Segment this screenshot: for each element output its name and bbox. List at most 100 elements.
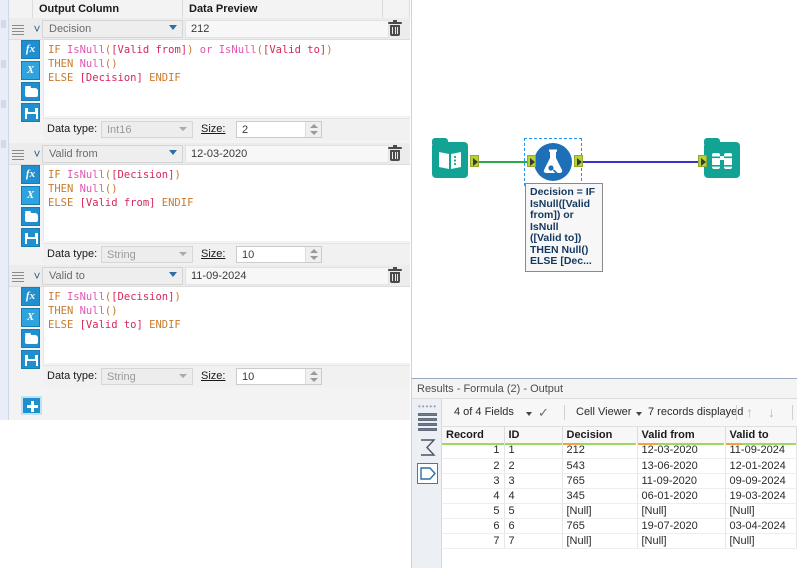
table-cell-id[interactable]: 7 xyxy=(504,533,563,549)
table-row[interactable]: 7 7 [Null] [Null] [Null] xyxy=(442,533,797,549)
drag-handle[interactable] xyxy=(12,270,24,282)
output-anchor-formula[interactable] xyxy=(574,155,583,167)
fx-icon[interactable]: fx xyxy=(21,287,40,306)
table-cell-valid-from[interactable]: 11-09-2020 xyxy=(637,473,726,489)
add-formula-button[interactable] xyxy=(21,396,42,415)
open-folder-icon[interactable] xyxy=(21,329,40,348)
table-cell-decision[interactable]: [Null] xyxy=(562,503,638,519)
table-cell-valid-to[interactable]: [Null] xyxy=(725,533,797,549)
table-cell-decision[interactable]: 212 xyxy=(562,443,638,459)
fx-icon[interactable]: fx xyxy=(21,165,40,184)
output-column-select[interactable]: Decision xyxy=(42,20,183,38)
table-cell-record[interactable]: 1 xyxy=(442,443,505,459)
size-input[interactable]: 2 xyxy=(236,121,322,138)
table-cell-valid-from[interactable]: 12-03-2020 xyxy=(637,443,726,459)
column-header[interactable]: Decision xyxy=(562,427,638,445)
save-floppy-icon[interactable] xyxy=(21,228,40,247)
size-input[interactable]: 10 xyxy=(236,368,322,385)
table-row[interactable]: 5 5 [Null] [Null] [Null] xyxy=(442,503,797,519)
column-header[interactable]: Valid from xyxy=(637,427,726,445)
output-column-select[interactable]: Valid from xyxy=(42,145,183,163)
input-anchor-browse[interactable] xyxy=(698,155,707,167)
delete-icon[interactable] xyxy=(388,267,402,284)
table-cell-valid-to[interactable]: 19-03-2024 xyxy=(725,488,797,504)
open-folder-icon[interactable] xyxy=(21,207,40,226)
table-row[interactable]: 3 3 765 11-09-2020 09-09-2024 xyxy=(442,473,797,489)
data-type-select[interactable]: String xyxy=(101,368,193,385)
table-cell-id[interactable]: 2 xyxy=(504,458,563,474)
table-cell-id[interactable]: 6 xyxy=(504,518,563,534)
table-cell-id[interactable]: 3 xyxy=(504,473,563,489)
table-cell-valid-from[interactable]: 13-06-2020 xyxy=(637,458,726,474)
node-formula[interactable] xyxy=(534,143,572,181)
table-cell-valid-to[interactable]: [Null] xyxy=(725,503,797,519)
fx-icon[interactable]: fx xyxy=(21,40,40,59)
size-stepper[interactable] xyxy=(305,122,321,137)
table-row[interactable]: 1 1 212 12-03-2020 11-09-2024 xyxy=(442,443,797,459)
fields-count-label[interactable]: 4 of 4 Fields xyxy=(454,406,514,418)
drag-handle[interactable] xyxy=(12,23,24,35)
checkmark-icon[interactable]: ✓ xyxy=(538,405,549,421)
size-stepper[interactable] xyxy=(305,369,321,384)
table-cell-record[interactable]: 2 xyxy=(442,458,505,474)
table-cell-record[interactable]: 5 xyxy=(442,503,505,519)
table-cell-valid-from[interactable]: 19-07-2020 xyxy=(637,518,726,534)
table-cell-record[interactable]: 4 xyxy=(442,488,505,504)
size-input[interactable]: 10 xyxy=(236,246,322,263)
table-cell-id[interactable]: 4 xyxy=(504,488,563,504)
table-row[interactable]: 6 6 765 19-07-2020 03-04-2024 xyxy=(442,518,797,534)
column-header[interactable]: ID xyxy=(504,427,563,445)
table-cell-record[interactable]: 6 xyxy=(442,518,505,534)
node-browse[interactable] xyxy=(704,138,740,178)
table-cell-record[interactable]: 7 xyxy=(442,533,505,549)
arrow-up-icon[interactable]: ↑ xyxy=(746,404,753,420)
connection-formula-to-browse[interactable] xyxy=(578,161,702,163)
rail-grip-dots[interactable]: ••••• xyxy=(418,402,437,411)
output-anchor-input[interactable] xyxy=(470,155,479,167)
column-header[interactable]: Record xyxy=(442,427,505,445)
table-cell-valid-from[interactable]: [Null] xyxy=(637,533,726,549)
x-variable-icon[interactable]: X xyxy=(21,186,40,205)
table-cell-decision[interactable]: 765 xyxy=(562,473,638,489)
summary-sigma-icon[interactable] xyxy=(417,437,438,458)
size-stepper[interactable] xyxy=(305,247,321,262)
cell-viewer-caret-icon[interactable] xyxy=(636,412,642,416)
data-tag-icon[interactable] xyxy=(417,463,438,484)
table-cell-valid-to[interactable]: 11-09-2024 xyxy=(725,443,797,459)
x-variable-icon[interactable]: X xyxy=(21,61,40,80)
table-cell-id[interactable]: 1 xyxy=(504,443,563,459)
table-row[interactable]: 4 4 345 06-01-2020 19-03-2024 xyxy=(442,488,797,504)
workflow-canvas[interactable]: Decision = IF IsNull([Valid from]) or Is… xyxy=(411,0,797,378)
save-floppy-icon[interactable] xyxy=(21,103,40,122)
table-row[interactable]: 2 2 543 13-06-2020 12-01-2024 xyxy=(442,458,797,474)
table-cell-valid-to[interactable]: 09-09-2024 xyxy=(725,473,797,489)
table-cell-decision[interactable]: [Null] xyxy=(562,533,638,549)
node-input-data[interactable] xyxy=(432,138,468,178)
formula-expression-editor[interactable]: IF IsNull([Decision]) THEN Null() ELSE [Va… xyxy=(43,165,410,241)
input-anchor-formula[interactable] xyxy=(527,155,536,167)
table-cell-decision[interactable]: 543 xyxy=(562,458,638,474)
table-cell-valid-from[interactable]: [Null] xyxy=(637,503,726,519)
data-type-select[interactable]: String xyxy=(101,246,193,263)
table-cell-id[interactable]: 5 xyxy=(504,503,563,519)
cell-viewer-label[interactable]: Cell Viewer xyxy=(576,406,631,418)
data-type-select[interactable]: Int16 xyxy=(101,121,193,138)
table-cell-decision[interactable]: 765 xyxy=(562,518,638,534)
table-cell-valid-to[interactable]: 03-04-2024 xyxy=(725,518,797,534)
delete-icon[interactable] xyxy=(388,145,402,162)
arrow-down-icon[interactable]: ↓ xyxy=(768,404,775,420)
table-cell-valid-from[interactable]: 06-01-2020 xyxy=(637,488,726,504)
output-column-select[interactable]: Valid to xyxy=(42,267,183,285)
table-cell-valid-to[interactable]: 12-01-2024 xyxy=(725,458,797,474)
table-cell-record[interactable]: 3 xyxy=(442,473,505,489)
save-floppy-icon[interactable] xyxy=(21,350,40,369)
results-grid-area[interactable]: Record ID Decision Valid from Valid to 1 1 212… xyxy=(442,427,797,568)
open-folder-icon[interactable] xyxy=(21,82,40,101)
list-view-icon[interactable] xyxy=(417,411,438,432)
formula-expression-editor[interactable]: IF IsNull([Valid from]) or IsNull([Valid… xyxy=(43,40,410,116)
formula-expression-editor[interactable]: IF IsNull([Decision]) THEN Null() ELSE [Va… xyxy=(43,287,410,363)
column-header[interactable]: Valid to xyxy=(725,427,797,445)
drag-handle[interactable] xyxy=(12,148,24,160)
fields-dropdown-caret-icon[interactable] xyxy=(526,412,532,416)
table-cell-decision[interactable]: 345 xyxy=(562,488,638,504)
